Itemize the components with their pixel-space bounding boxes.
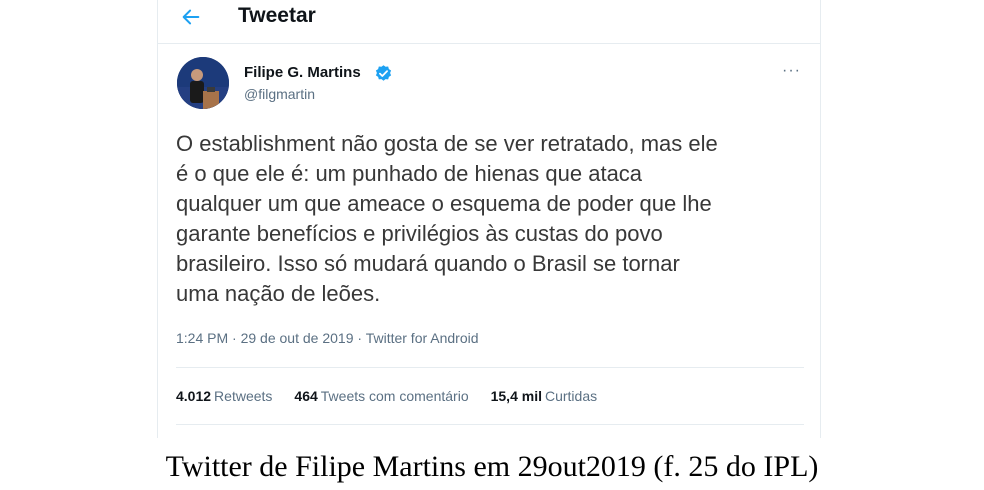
tweet-stats: 4.012 Retweets 464 Tweets com comentário 1… bbox=[176, 367, 804, 425]
top-bar: Tweetar bbox=[158, 0, 820, 44]
author-name[interactable]: Filipe G. Martins bbox=[244, 64, 361, 81]
tweet-card: Tweetar Filipe G. Martins @filgmartin ··… bbox=[157, 0, 821, 438]
page-title: Tweetar bbox=[238, 4, 316, 27]
tweet-source-link[interactable]: Twitter for Android bbox=[366, 330, 479, 346]
separator: · bbox=[232, 330, 237, 346]
tweet-timestamp: 1:24 PM · 29 de out de 2019 · Twitter fo… bbox=[176, 330, 479, 346]
tweet-text: O establishment não gosta de se ver retr… bbox=[176, 131, 718, 306]
quote-tweets-count: 464 bbox=[294, 388, 318, 404]
quote-tweets-label: Tweets com comentário bbox=[320, 388, 469, 404]
figure-caption: Twitter de Filipe Martins em 29out2019 (… bbox=[165, 450, 819, 483]
avatar[interactable] bbox=[177, 57, 229, 109]
retweets-count: 4.012 bbox=[176, 388, 212, 404]
likes-stat[interactable]: 15,4 mil Curtidas bbox=[491, 388, 598, 404]
quote-tweets-stat[interactable]: 464 Tweets com comentário bbox=[294, 388, 468, 404]
likes-count: 15,4 mil bbox=[490, 388, 542, 404]
ellipsis-icon[interactable]: ··· bbox=[782, 62, 806, 82]
arrow-left-icon[interactable] bbox=[180, 6, 202, 28]
avatar-photo bbox=[177, 57, 229, 109]
tweet-date: 29 de out de 2019 bbox=[240, 330, 354, 346]
author-handle[interactable]: @filgmartin bbox=[244, 86, 315, 102]
verified-badge-icon bbox=[375, 65, 392, 81]
tweet-time-link[interactable]: 1:24 PM · 29 de out de 2019 bbox=[176, 330, 353, 346]
retweets-label: Retweets bbox=[214, 388, 273, 404]
separator: · bbox=[357, 330, 363, 346]
likes-label: Curtidas bbox=[544, 388, 598, 404]
tweet-time: 1:24 PM bbox=[176, 330, 229, 346]
retweets-stat[interactable]: 4.012 Retweets bbox=[176, 388, 272, 404]
